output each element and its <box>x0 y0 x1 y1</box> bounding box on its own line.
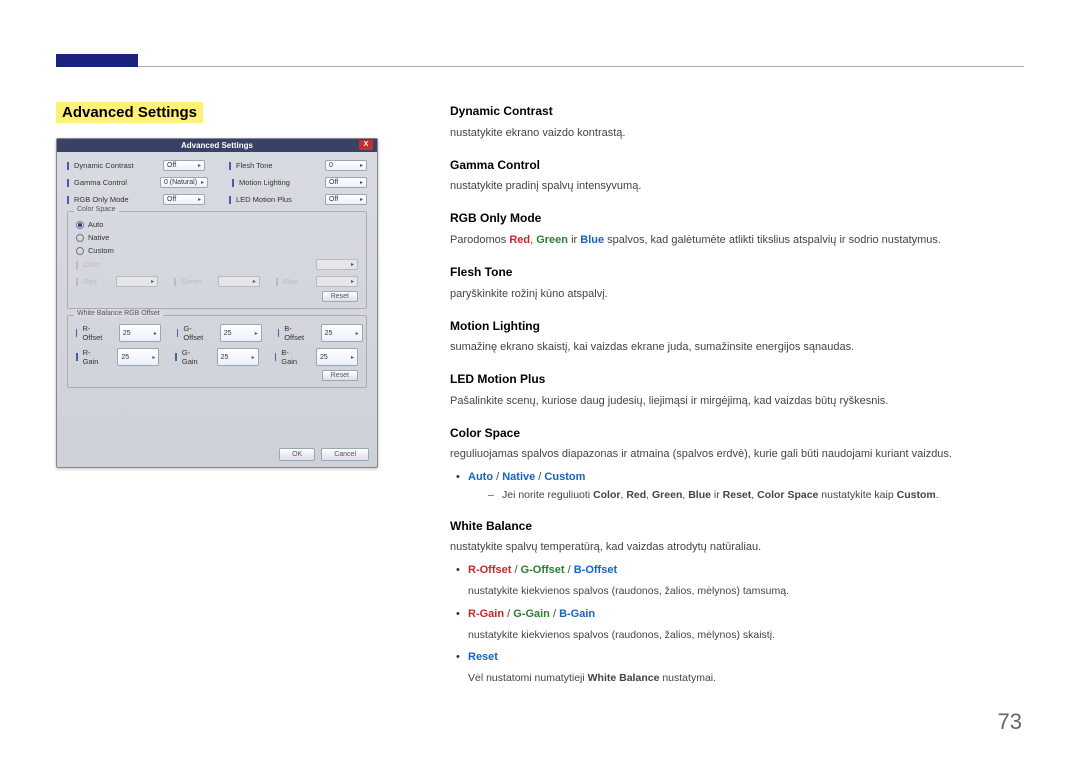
dialog-title: Advanced Settings X <box>57 139 377 152</box>
heading-rgb-only: RGB Only Mode <box>450 209 1022 228</box>
desc-motion-lighting: sumažinę ekrano skaistį, kai vaizdas ekr… <box>450 339 1022 356</box>
color-space-group: Color Space Auto Native Custom Color ▸ R… <box>67 211 367 309</box>
page-accent-tab <box>56 54 138 67</box>
motion-lighting-dropdown[interactable]: Off▸ <box>325 177 367 188</box>
heading-dynamic-contrast: Dynamic Contrast <box>450 102 1022 121</box>
dialog-title-text: Advanced Settings <box>181 141 253 150</box>
wb-reset-desc: Vėl nustatomi numatytieji White Balance … <box>468 670 1022 686</box>
desc-flesh-tone: paryškinkite rožinį kūno atspalvį. <box>450 286 1022 303</box>
color-space-options: Auto / Native / Custom Jei norite reguli… <box>450 469 1022 502</box>
wb-gain-options: R-Gain / G-Gain / B-Gain <box>450 606 1022 623</box>
color-space-legend: Color Space <box>74 206 119 213</box>
heading-gamma: Gamma Control <box>450 156 1022 175</box>
desc-dynamic-contrast: nustatykite ekrano vaizdo kontrastą. <box>450 125 1022 142</box>
r-gain-dropdown[interactable]: 25▸ <box>117 348 159 366</box>
flesh-tone-label: Flesh Tone <box>236 161 273 170</box>
dynamic-contrast-label: Dynamic Contrast <box>74 161 134 170</box>
r-offset-label: R-Offset <box>82 324 102 342</box>
page-number: 73 <box>998 709 1022 735</box>
wb-offset-options: R-Offset / G-Offset / B-Offset <box>450 562 1022 579</box>
ok-button[interactable]: OK <box>279 448 315 461</box>
heading-white-balance: White Balance <box>450 517 1022 536</box>
led-motion-plus-dropdown[interactable]: Off▸ <box>325 194 367 205</box>
page-divider <box>56 66 1024 67</box>
gamma-control-label: Gamma Control <box>74 178 127 187</box>
rgb-only-mode-label: RGB Only Mode <box>74 195 129 204</box>
cancel-button[interactable]: Cancel <box>321 448 369 461</box>
advanced-settings-dialog: Advanced Settings X Dynamic Contrast Off… <box>56 138 378 468</box>
g-offset-label: G-Offset <box>183 324 203 342</box>
red-label: Red <box>83 277 97 286</box>
r-gain-label: R-Gain <box>83 348 102 366</box>
desc-led-motion-plus: Pašalinkite scenų, kuriose daug judesių,… <box>450 393 1022 410</box>
wb-gain-desc: nustatykite kiekvienos spalvos (raudonos… <box>468 627 1022 643</box>
blue-dropdown: ▸ <box>316 276 358 287</box>
content-column: Dynamic Contrast nustatykite ekrano vaiz… <box>450 100 1022 692</box>
red-dropdown: ▸ <box>116 276 158 287</box>
radio-custom[interactable]: Custom <box>76 246 358 255</box>
g-gain-label: G-Gain <box>182 348 201 366</box>
flesh-tone-dropdown[interactable]: 0▸ <box>325 160 367 171</box>
color-space-custom-note: Jei norite reguliuoti Color, Red, Green,… <box>468 487 1022 503</box>
wb-reset-button[interactable]: Reset <box>322 370 358 381</box>
b-offset-dropdown[interactable]: 25▸ <box>321 324 363 342</box>
r-offset-dropdown[interactable]: 25▸ <box>119 324 161 342</box>
white-balance-legend: White Balance RGB Offset <box>74 310 163 317</box>
heading-motion-lighting: Motion Lighting <box>450 317 1022 336</box>
heading-flesh-tone: Flesh Tone <box>450 263 1022 282</box>
wb-reset-option: Reset <box>450 649 1022 666</box>
rgb-only-mode-dropdown[interactable]: Off▸ <box>163 194 205 205</box>
led-motion-plus-label: LED Motion Plus <box>236 195 292 204</box>
color-dropdown: ▸ <box>316 259 358 270</box>
g-gain-dropdown[interactable]: 25▸ <box>217 348 259 366</box>
dynamic-contrast-dropdown[interactable]: Off▸ <box>163 160 205 171</box>
motion-lighting-label: Motion Lighting <box>239 178 290 187</box>
heading-color-space: Color Space <box>450 424 1022 443</box>
desc-color-space: reguliuojamas spalvos diapazonas ir atma… <box>450 446 1022 463</box>
desc-rgb-only: Parodomos Red, Green ir Blue spalvos, ka… <box>450 232 1022 249</box>
blue-label: Blue <box>283 277 298 286</box>
color-space-reset-button[interactable]: Reset <box>322 291 358 302</box>
color-label: Color <box>83 260 101 269</box>
b-gain-dropdown[interactable]: 25▸ <box>316 348 358 366</box>
radio-auto[interactable]: Auto <box>76 220 358 229</box>
desc-white-balance: nustatykite spalvų temperatūrą, kad vaiz… <box>450 539 1022 556</box>
section-title: Advanced Settings <box>56 102 203 123</box>
close-icon[interactable]: X <box>359 140 373 150</box>
green-dropdown: ▸ <box>218 276 260 287</box>
heading-led-motion-plus: LED Motion Plus <box>450 370 1022 389</box>
radio-native[interactable]: Native <box>76 233 358 242</box>
b-offset-label: B-Offset <box>284 324 304 342</box>
g-offset-dropdown[interactable]: 25▸ <box>220 324 262 342</box>
wb-offset-desc: nustatykite kiekvienos spalvos (raudonos… <box>468 583 1022 599</box>
desc-gamma: nustatykite pradinį spalvų intensyvumą. <box>450 178 1022 195</box>
green-label: Green <box>181 277 202 286</box>
white-balance-group: White Balance RGB Offset R-Offset 25▸ G-… <box>67 315 367 388</box>
gamma-control-dropdown[interactable]: 0 (Natural)▸ <box>160 177 208 188</box>
b-gain-label: B-Gain <box>281 348 300 366</box>
